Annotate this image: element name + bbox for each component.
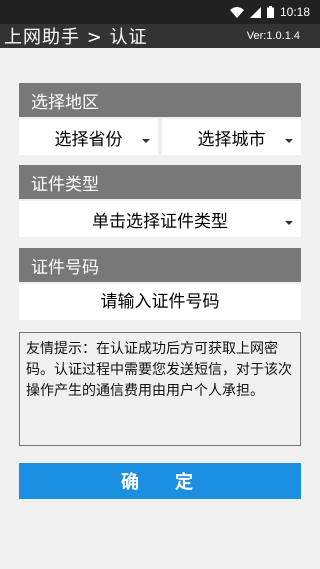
battery-icon <box>266 6 274 18</box>
cert-number-section-header: 证件号码 <box>19 248 301 282</box>
dropdown-caret-icon <box>285 221 293 225</box>
region-spinner-row: 选择省份 选择城市 <box>19 119 301 155</box>
signal-icon <box>249 6 261 18</box>
tip-text: 友情提示：在认证成功后方可获取上网密码。认证过程中需要您发送短信，对于该次操作产… <box>26 341 292 399</box>
dropdown-caret-icon <box>142 139 150 143</box>
province-spinner-label: 选择省份 <box>54 129 123 150</box>
city-spinner-label: 选择城市 <box>197 129 266 150</box>
dropdown-caret-icon <box>285 139 293 143</box>
cert-type-spinner-label: 单击选择证件类型 <box>92 211 228 232</box>
province-spinner[interactable]: 选择省份 <box>19 119 158 155</box>
city-spinner[interactable]: 选择城市 <box>162 119 301 155</box>
cert-type-row: 单击选择证件类型 <box>19 201 301 237</box>
wifi-icon <box>229 6 244 18</box>
cert-type-spinner[interactable]: 单击选择证件类型 <box>19 201 301 237</box>
page-title: 上网助手 > 认证 <box>4 27 148 48</box>
status-icons <box>229 6 274 18</box>
cert-type-section-header: 证件类型 <box>19 165 301 199</box>
confirm-button[interactable]: 确定 <box>19 463 301 499</box>
app-bar: 上网助手 > 认证 Ver:1.0.1.4 <box>0 24 320 48</box>
region-section-header: 选择地区 <box>19 83 301 117</box>
status-time: 10:18 <box>279 5 310 19</box>
status-bar: 10:18 <box>0 0 320 24</box>
tip-box: 友情提示：在认证成功后方可获取上网密码。认证过程中需要您发送短信，对于该次操作产… <box>19 332 301 446</box>
cert-number-input[interactable] <box>19 284 301 320</box>
version-label: Ver:1.0.1.4 <box>246 30 300 42</box>
